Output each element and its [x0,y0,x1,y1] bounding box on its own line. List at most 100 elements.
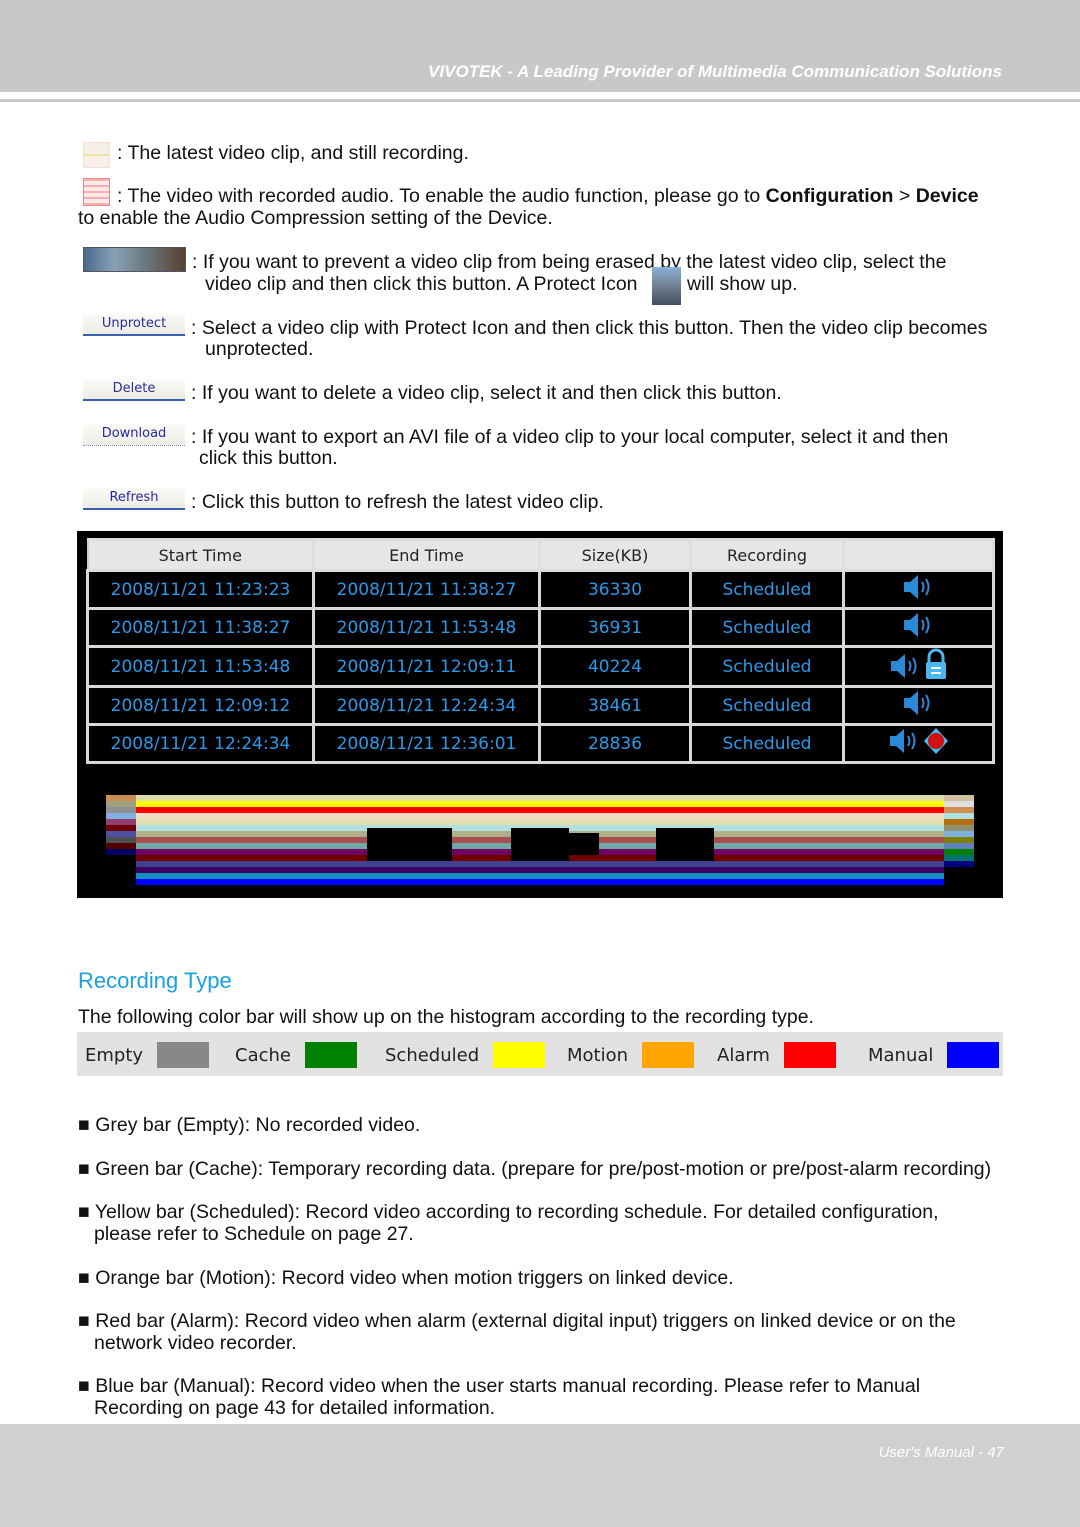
col-recording[interactable]: Recording [689,538,845,572]
cell-end: 2008/11/21 12:24:34 [312,685,541,726]
col-size[interactable]: Size(KB) [538,538,692,572]
legend-manual: Manual [868,1042,1000,1068]
audio-clip-desc: : The video with recorded audio. To enab… [117,185,979,207]
legend-label: Scheduled [385,1044,480,1066]
bullet-manual-line2: Recording on page 43 for detailed inform… [94,1397,496,1419]
cell-start: 2008/11/21 12:24:34 [86,723,315,764]
unprotect-desc-line2: unprotected. [205,338,314,360]
cell-end: 2008/11/21 12:36:01 [312,723,541,764]
section-intro: The following color bar will show up on … [78,1006,814,1028]
download-desc-line2: click this button. [199,447,338,469]
cell-size: 36330 [538,569,692,610]
cell-rec: Scheduled [689,685,845,726]
download-button[interactable]: Download [83,424,185,446]
recording-icon [923,728,948,754]
legend-swatch [783,1042,836,1068]
recording-histogram[interactable] [106,795,974,887]
cell-end: 2008/11/21 12:09:11 [312,645,541,688]
bullet-scheduled: ■ Yellow bar (Scheduled): Record video a… [78,1201,939,1223]
bullet-empty: ■ Grey bar (Empty): No recorded video. [78,1114,421,1136]
protect-icon [652,267,681,305]
bullet-motion: ■ Orange bar (Motion): Record video when… [78,1267,734,1289]
legend-swatch [304,1042,357,1068]
legend-label: Cache [235,1044,291,1066]
delete-desc: : If you want to delete a video clip, se… [191,382,782,404]
table-row[interactable]: 2008/11/21 11:53:48 2008/11/21 12:09:11 40… [86,645,995,688]
legend-scheduled: Scheduled [385,1042,546,1068]
recording-type-legend: Empty Cache Scheduled Motion Alarm Manua… [77,1032,1003,1076]
legend-swatch [947,1042,1000,1068]
download-desc: : If you want to export an AVI file of a… [191,426,949,448]
cell-end: 2008/11/21 11:53:48 [312,607,541,648]
cell-icons [842,685,995,726]
protect-button-icon[interactable] [83,247,186,272]
cell-size: 28836 [538,723,692,764]
unprotect-button[interactable]: Unprotect [83,314,185,336]
legend-empty: Empty [85,1042,210,1068]
speaker-icon [903,575,929,599]
histogram-gap [511,828,569,861]
cell-start: 2008/11/21 11:23:23 [86,569,315,610]
legend-swatch [493,1042,546,1068]
cell-icons [842,569,995,610]
latest-clip-desc: : The latest video clip, and still recor… [117,142,469,164]
legend-cache: Cache [235,1042,357,1068]
legend-swatch [157,1042,210,1068]
audio-clip-desc-line2: to enable the Audio Compression setting … [78,207,553,229]
cell-icons [842,723,995,764]
delete-button[interactable]: Delete [83,379,185,401]
protect-desc-line2b: will show up. [687,273,798,295]
histogram-gap [569,833,599,855]
cell-rec: Scheduled [689,645,845,688]
unprotect-desc: : Select a video clip with Protect Icon … [191,317,988,339]
video-clip-panel: Start Time End Time Size(KB) Recording 2… [77,531,1003,898]
cell-rec: Scheduled [689,723,845,764]
table-row[interactable]: 2008/11/21 12:09:12 2008/11/21 12:24:34 38… [86,685,995,726]
table-row[interactable]: 2008/11/21 12:24:34 2008/11/21 12:36:01 28… [86,723,995,764]
bullet-scheduled-line2: please refer to Schedule on page 27. [94,1223,414,1245]
refresh-desc: : Click this button to refresh the lates… [191,491,604,513]
page-number: User's Manual - 47 [878,1444,1004,1461]
legend-alarm: Alarm [717,1042,836,1068]
lock-icon [925,648,946,679]
cell-end: 2008/11/21 11:38:27 [312,569,541,610]
header-divider [0,99,1080,102]
cell-size: 38461 [538,685,692,726]
speaker-icon [903,691,929,715]
recorded-audio-icon [83,178,110,206]
clip-table: Start Time End Time Size(KB) Recording 2… [86,538,995,764]
speaker-icon [889,729,915,753]
page-footer [0,1424,1080,1527]
legend-label: Motion [567,1044,629,1066]
speaker-icon [903,613,929,637]
legend-swatch [642,1042,695,1068]
cell-rec: Scheduled [689,569,845,610]
cell-start: 2008/11/21 11:38:27 [86,607,315,648]
bullet-manual: ■ Blue bar (Manual): Record video when t… [78,1375,921,1397]
latest-clip-recording-icon [83,142,110,168]
speaker-icon [890,654,916,678]
refresh-button[interactable]: Refresh [83,488,185,510]
table-row[interactable]: 2008/11/21 11:38:27 2008/11/21 11:53:48 36… [86,607,995,648]
cell-icons [842,645,995,688]
table-row[interactable]: 2008/11/21 11:23:23 2008/11/21 11:38:27 36… [86,569,995,610]
col-end-time[interactable]: End Time [312,538,541,572]
col-start-time[interactable]: Start Time [86,538,315,572]
histogram-stripe [136,879,944,885]
legend-label: Alarm [717,1044,770,1066]
cell-start: 2008/11/21 11:53:48 [86,645,315,688]
bullet-cache: ■ Green bar (Cache): Temporary recording… [78,1158,992,1180]
bullet-alarm: ■ Red bar (Alarm): Record video when ala… [78,1310,956,1332]
histogram-edge-stripe [106,849,136,855]
cell-start: 2008/11/21 12:09:12 [86,685,315,726]
histogram-gap [367,828,452,861]
legend-label: Empty [85,1044,144,1066]
col-icons [842,538,995,572]
cell-size: 40224 [538,645,692,688]
legend-motion: Motion [567,1042,695,1068]
header-tagline: VIVOTEK - A Leading Provider of Multimed… [428,62,1002,81]
bullet-alarm-line2: network video recorder. [94,1332,297,1354]
protect-desc: : If you want to prevent a video clip fr… [192,251,947,273]
histogram-edge-stripe [944,861,974,867]
cell-icons [842,607,995,648]
